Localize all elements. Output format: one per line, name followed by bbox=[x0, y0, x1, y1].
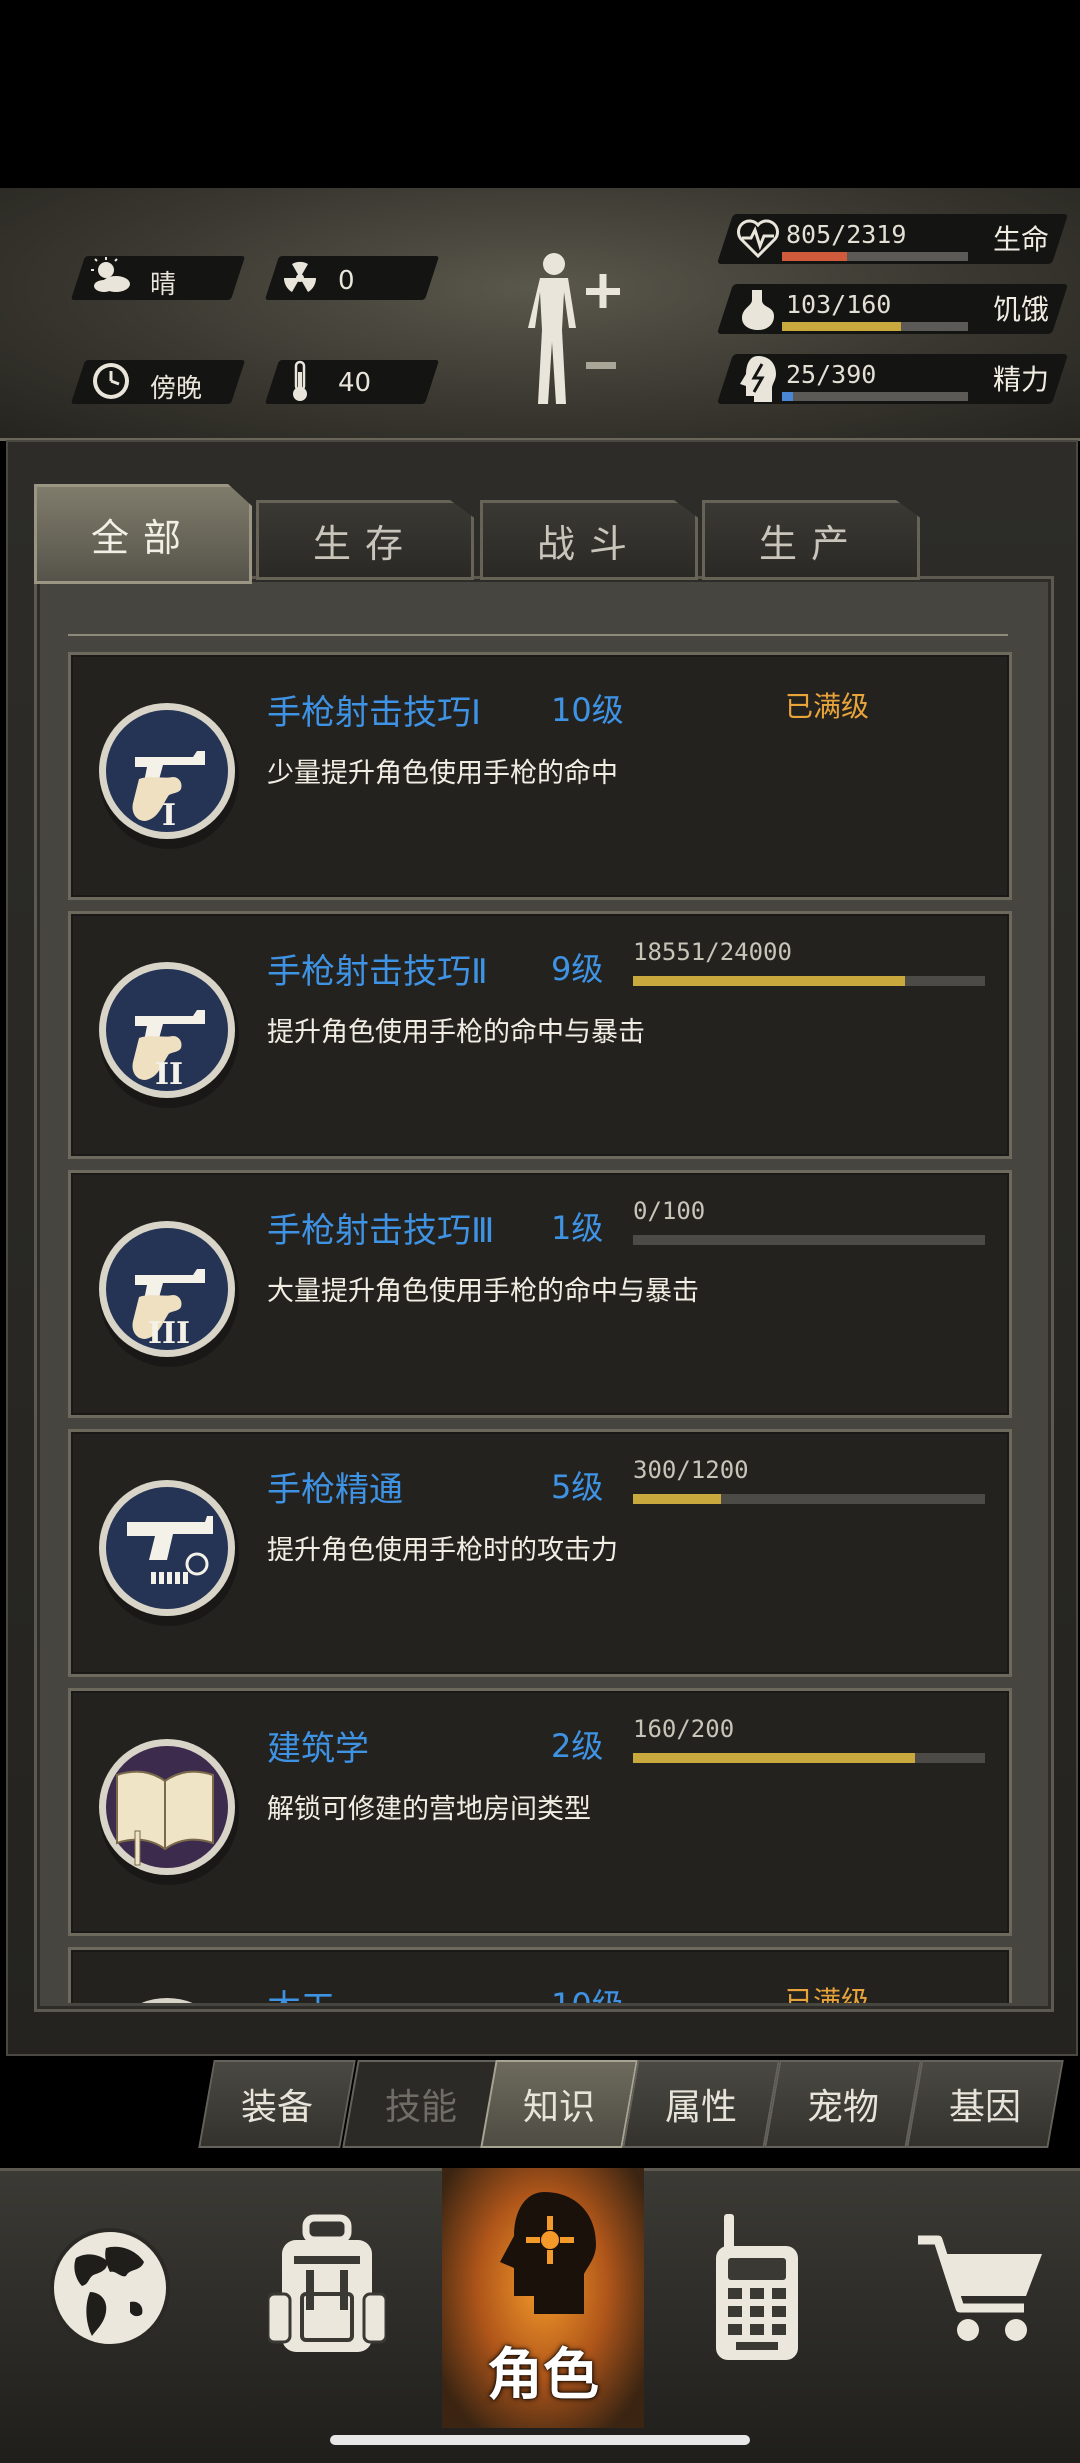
xp-bar-fill bbox=[633, 1494, 721, 1504]
subtab-knowledge[interactable]: 知识 bbox=[480, 2060, 638, 2148]
max-level-badge: 已满级 bbox=[785, 1985, 870, 2003]
svg-text:III: III bbox=[148, 1316, 190, 1351]
home-indicator[interactable] bbox=[330, 2435, 750, 2445]
svg-text:I: I bbox=[162, 798, 176, 833]
energy-label: 精力 bbox=[993, 363, 1050, 396]
temperature-value: 40 bbox=[338, 368, 372, 398]
tab-combat[interactable]: 战斗 bbox=[480, 500, 698, 580]
xp-bar bbox=[633, 1235, 985, 1245]
xp-bar-fill bbox=[633, 1753, 915, 1763]
radio-icon[interactable] bbox=[712, 2212, 802, 2364]
skill-description: 大量提升角色使用手枪的命中与暴击 bbox=[267, 1276, 699, 1307]
stomach-icon bbox=[742, 290, 774, 330]
heart-rate-icon bbox=[737, 219, 779, 259]
skill-card[interactable]: 建筑学 2级 160/200 解锁可修建的营地房间类型 bbox=[68, 1688, 1012, 1936]
skill-name: 手枪射击技巧Ⅱ bbox=[267, 952, 488, 992]
thermometer-icon bbox=[293, 360, 307, 401]
blueprint-book-icon bbox=[99, 1739, 239, 1885]
skill-level: 10级 bbox=[551, 691, 624, 729]
time-label: 傍晚 bbox=[150, 374, 203, 404]
xp-text: 300/1200 bbox=[633, 1456, 749, 1484]
weather-label: 晴 bbox=[150, 270, 177, 300]
svg-text:II: II bbox=[155, 1057, 183, 1092]
pistol-hand-icon: II bbox=[99, 962, 239, 1108]
subtab-skills[interactable]: 技能 bbox=[342, 2060, 500, 2148]
energy-bar bbox=[782, 392, 968, 401]
subtab-genes-label: 基因 bbox=[948, 2087, 1021, 2128]
energy-value: 25/390 bbox=[786, 360, 877, 389]
subtab-attributes[interactable]: 属性 bbox=[622, 2060, 780, 2148]
xp-text: 0/100 bbox=[633, 1197, 706, 1225]
subtab-equipment[interactable]: 装备 bbox=[198, 2060, 356, 2148]
subtab-equipment-label: 装备 bbox=[240, 2087, 313, 2128]
skill-name: 手枪精通 bbox=[267, 1470, 403, 1510]
skill-name: 手枪射击技巧Ⅰ bbox=[267, 693, 482, 733]
nav-role-label: 角色 bbox=[487, 2343, 599, 2408]
skill-level: 1级 bbox=[551, 1209, 604, 1247]
xp-bar bbox=[633, 1494, 985, 1504]
hunger-label: 饥饿 bbox=[993, 293, 1050, 326]
skill-card[interactable]: II 手枪射击技巧Ⅱ 9级 18551/24000 提升角色使用手枪的命中与暴击 bbox=[68, 911, 1012, 1159]
skill-card[interactable]: 木工 10级 已满级 bbox=[68, 1947, 1012, 2003]
skill-name: 木工 bbox=[267, 1980, 335, 2003]
category-tabs: 全部 生存 战斗 生产 bbox=[34, 478, 1054, 584]
radiation-icon bbox=[283, 261, 317, 292]
tab-production[interactable]: 生产 bbox=[702, 500, 920, 580]
carpentry-icon bbox=[141, 1998, 193, 2003]
skill-level: 10级 bbox=[551, 1980, 624, 2003]
subtab-pets[interactable]: 宠物 bbox=[764, 2060, 922, 2148]
hunger-bar-fill bbox=[782, 322, 901, 331]
skill-card[interactable]: I 手枪射击技巧Ⅰ 10级 已满级 少量提升角色使用手枪的命中 bbox=[68, 652, 1012, 900]
skill-level: 9级 bbox=[551, 950, 604, 988]
skill-level: 5级 bbox=[551, 1468, 604, 1506]
body-adjust-icon[interactable] bbox=[520, 250, 626, 406]
health-label: 生命 bbox=[993, 223, 1050, 256]
subtab-pets-label: 宠物 bbox=[806, 2087, 879, 2128]
energy-bar-fill bbox=[782, 392, 793, 401]
character-head-icon[interactable] bbox=[486, 2186, 604, 2346]
subtab-knowledge-label: 知识 bbox=[522, 2087, 595, 2128]
skill-card[interactable]: III 手枪射击技巧Ⅲ 1级 0/100 大量提升角色使用手枪的命中与暴击 bbox=[68, 1170, 1012, 1418]
xp-bar bbox=[633, 976, 985, 986]
pistol-hand-icon: I bbox=[99, 703, 239, 849]
health-value: 805/2319 bbox=[786, 220, 907, 249]
tab-all[interactable]: 全部 bbox=[34, 484, 252, 584]
max-level-badge: 已满级 bbox=[785, 690, 870, 723]
hunger-value: 103/160 bbox=[786, 290, 892, 319]
skill-level: 2级 bbox=[551, 1727, 604, 1765]
xp-bar-fill bbox=[633, 976, 905, 986]
skill-description: 提升角色使用手枪时的攻击力 bbox=[267, 1535, 618, 1566]
energy-head-icon bbox=[740, 356, 776, 402]
skill-description: 解锁可修建的营地房间类型 bbox=[267, 1794, 591, 1825]
pistol-mastery-icon bbox=[99, 1480, 239, 1626]
subtab-attributes-label: 属性 bbox=[664, 2087, 737, 2128]
xp-text: 160/200 bbox=[633, 1715, 735, 1743]
subtab-skills-label: 技能 bbox=[384, 2087, 457, 2128]
health-bar-fill bbox=[782, 252, 847, 261]
globe-icon[interactable] bbox=[46, 2218, 174, 2358]
skill-description: 提升角色使用手枪的命中与暴击 bbox=[267, 1017, 645, 1048]
skill-name: 建筑学 bbox=[267, 1729, 369, 1769]
status-header: 晴 0 傍晚 40 805/2319 生命 103/160 饥饿 25/390 … bbox=[0, 188, 1080, 441]
subtab-genes[interactable]: 基因 bbox=[906, 2060, 1064, 2148]
skill-description: 少量提升角色使用手枪的命中 bbox=[267, 758, 618, 789]
health-bar bbox=[782, 252, 968, 261]
skill-name: 手枪射击技巧Ⅲ bbox=[267, 1211, 495, 1251]
cart-icon[interactable] bbox=[914, 2230, 1046, 2350]
skill-card[interactable]: 手枪精通 5级 300/1200 提升角色使用手枪时的攻击力 bbox=[68, 1429, 1012, 1677]
radiation-value: 0 bbox=[338, 266, 355, 296]
pistol-hand-icon: III bbox=[99, 1221, 239, 1367]
hunger-bar bbox=[782, 322, 968, 331]
backpack-icon[interactable] bbox=[268, 2214, 386, 2360]
partly-cloudy-icon bbox=[91, 257, 130, 292]
skill-list[interactable]: I 手枪射击技巧Ⅰ 10级 已满级 少量提升角色使用手枪的命中 II 手枪射击技… bbox=[68, 648, 1014, 2003]
xp-text: 18551/24000 bbox=[633, 938, 792, 966]
xp-bar bbox=[633, 1753, 985, 1763]
clock-icon bbox=[93, 363, 129, 399]
list-divider bbox=[68, 634, 1008, 636]
tab-survival[interactable]: 生存 bbox=[256, 500, 474, 580]
